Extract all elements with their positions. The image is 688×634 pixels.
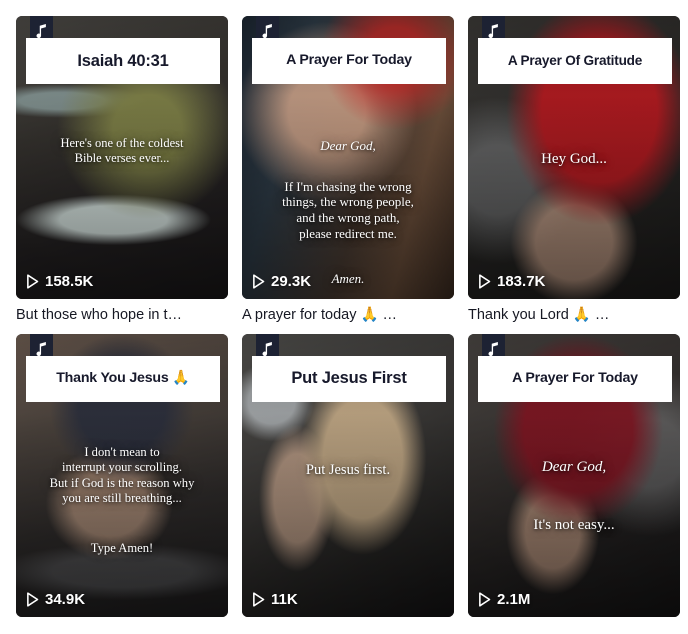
video-overlay-6: Dear God, It's not easy...: [476, 440, 672, 553]
video-thumbnail-6[interactable]: A Prayer For Today Dear God, It's not ea…: [468, 333, 680, 617]
overlay-cta-4: Type Amen!: [90, 540, 154, 555]
video-title-4: Thank You Jesus 🙏: [56, 369, 190, 386]
video-title-banner-2: A Prayer For Today: [252, 38, 446, 84]
play-count-3: 183.7K: [478, 273, 545, 290]
video-grid: Isaiah 40:31 Here's one of the coldest B…: [0, 0, 688, 624]
video-title-2: A Prayer For Today: [286, 52, 412, 69]
play-count-value-6: 2.1M: [497, 590, 531, 608]
play-count-4: 34.9K: [26, 591, 85, 608]
overlay-body-4: I don't mean to interrupt your scrolling…: [49, 444, 195, 505]
video-thumbnail-5[interactable]: Put Jesus First Put Jesus first. 11K: [242, 333, 454, 617]
video-title-banner-3: A Prayer Of Gratitude: [478, 38, 672, 84]
overlay-salutation-2: Dear God,: [320, 137, 376, 153]
video-title-3: A Prayer Of Gratitude: [507, 52, 643, 68]
play-count-value-1: 158.5K: [45, 273, 94, 290]
video-overlay-text-5: Put Jesus first.: [305, 461, 391, 478]
play-count-value-5: 11K: [271, 590, 298, 608]
video-card: Thank You Jesus 🙏 I don't mean to interr…: [16, 333, 228, 624]
video-card: Isaiah 40:31 Here's one of the coldest B…: [16, 16, 228, 326]
overlay-body-6: It's not easy...: [533, 517, 615, 534]
play-count-1: 158.5K: [26, 273, 93, 290]
play-icon: [479, 591, 491, 607]
overlay-body-2: If I'm chasing the wrong things, the wro…: [282, 178, 414, 242]
play-count-value-4: 34.9K: [45, 590, 86, 608]
overlay-salutation-6: Dear God,: [541, 458, 607, 475]
video-thumbnail-2[interactable]: A Prayer For Today Dear God, If I'm chas…: [242, 16, 454, 299]
video-title-6: A Prayer For Today: [512, 369, 638, 386]
video-overlay-text-1: Here's one of the coldest Bible verses e…: [60, 136, 184, 166]
video-card: Put Jesus First Put Jesus first. 11K: [242, 333, 454, 624]
play-count-value-3: 183.7K: [497, 273, 546, 290]
play-icon: [253, 274, 265, 289]
video-card: A Prayer For Today Dear God, If I'm chas…: [242, 16, 454, 326]
video-overlay-text-3: Hey God...: [541, 151, 607, 167]
play-icon: [27, 274, 39, 289]
video-overlay-4: I don't mean to interrupt your scrolling…: [24, 430, 220, 572]
video-title-banner-6: A Prayer For Today: [478, 355, 672, 402]
play-icon: [27, 591, 39, 607]
video-thumbnail-4[interactable]: Thank You Jesus 🙏 I don't mean to interr…: [16, 333, 228, 617]
play-icon: [479, 274, 491, 289]
video-thumbnail-1[interactable]: Isaiah 40:31 Here's one of the coldest B…: [16, 16, 228, 299]
video-title-banner-1: Isaiah 40:31: [26, 38, 220, 84]
video-title-banner-4: Thank You Jesus 🙏: [26, 355, 220, 402]
play-count-2: 29.3K: [252, 273, 311, 290]
video-caption-1[interactable]: But those who hope in t…: [16, 306, 228, 326]
video-caption-3[interactable]: Thank you Lord 🙏 …: [468, 306, 680, 326]
video-title-5: Put Jesus First: [291, 369, 407, 388]
video-caption-2[interactable]: A prayer for today 🙏 …: [242, 306, 454, 326]
play-icon: [253, 591, 265, 607]
video-thumbnail-3[interactable]: A Prayer Of Gratitude Hey God... 183.7K: [468, 16, 680, 299]
video-title-banner-5: Put Jesus First: [252, 355, 446, 402]
play-count-5: 11K: [252, 591, 298, 608]
play-count-value-2: 29.3K: [271, 273, 312, 290]
video-card: A Prayer For Today Dear God, It's not ea…: [468, 333, 680, 624]
video-title-1: Isaiah 40:31: [77, 51, 169, 70]
play-count-6: 2.1M: [478, 591, 530, 608]
video-card: A Prayer Of Gratitude Hey God... 183.7K …: [468, 16, 680, 326]
